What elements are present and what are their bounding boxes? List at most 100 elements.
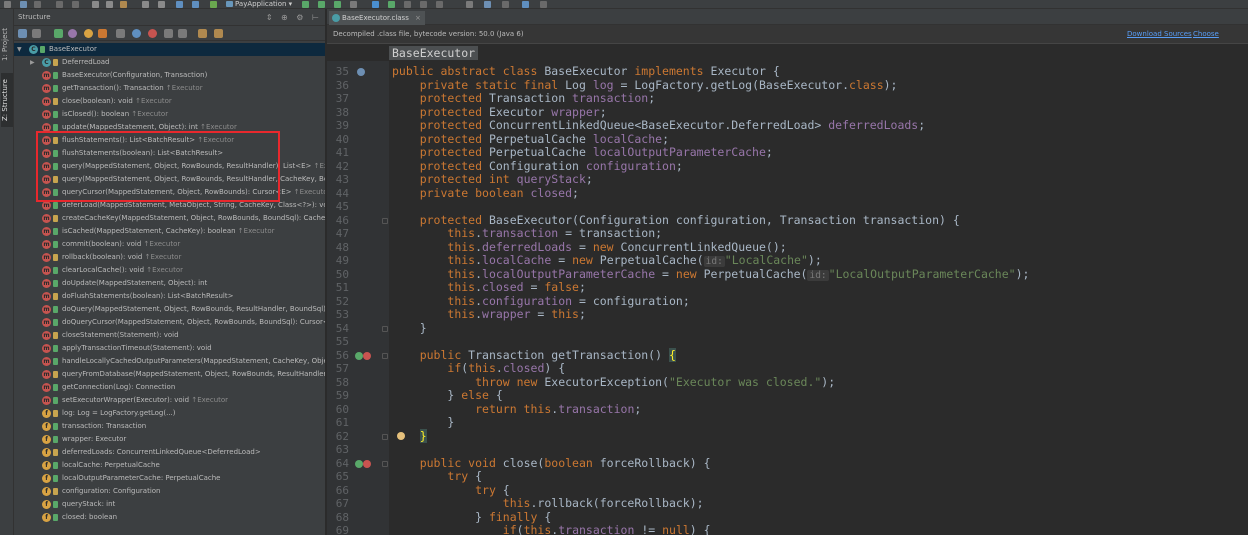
tree-item[interactable]: m close(boolean): void ↑Executor — [14, 95, 325, 108]
fold-toggle-icon[interactable] — [382, 352, 388, 359]
class-breadcrumb[interactable]: BaseExecutor — [389, 46, 479, 60]
tree-item[interactable]: m BaseExecutor(Configuration, Transaction… — [14, 69, 325, 82]
code-line[interactable]: this.configuration = configuration; — [392, 294, 689, 309]
show-anonymous-icon[interactable] — [132, 29, 141, 38]
coverage-icon[interactable] — [334, 1, 341, 8]
find-icon[interactable] — [142, 1, 149, 8]
expand-all-icon[interactable] — [164, 29, 173, 38]
show-non-public-icon[interactable] — [98, 29, 107, 38]
settings-icon[interactable] — [466, 1, 473, 8]
code-line[interactable]: } else { — [392, 388, 502, 403]
code-line[interactable]: try { — [392, 469, 482, 484]
code-line[interactable]: } — [392, 321, 427, 336]
tree-item[interactable]: m doQuery(MappedStatement, Object, RowBou… — [14, 303, 325, 316]
tree-item[interactable]: m createCacheKey(MappedStatement, Object,… — [14, 212, 325, 225]
vcs-compare-icon[interactable] — [404, 1, 411, 8]
collapse-arrow-icon[interactable]: ▶ — [30, 56, 35, 69]
copy-icon[interactable] — [106, 1, 113, 8]
fold-toggle-icon[interactable] — [382, 325, 388, 332]
tree-item[interactable]: f transaction: Transaction — [14, 420, 325, 433]
code-line[interactable]: this.transaction = transaction; — [392, 226, 662, 241]
collapse-all-icon[interactable] — [178, 29, 187, 38]
tree-item[interactable]: m getTransaction(): Transaction ↑Executor — [14, 82, 325, 95]
code-line[interactable]: this.wrapper = this; — [392, 307, 586, 322]
tree-root-baseexecutor[interactable]: ▼ C BaseExecutor — [14, 43, 325, 56]
tree-item[interactable]: f log: Log = LogFactory.getLog(...) — [14, 407, 325, 420]
code-line[interactable]: public abstract class BaseExecutor imple… — [392, 64, 780, 79]
tree-item[interactable]: m commit(boolean): void ↑Executor — [14, 238, 325, 251]
history-icon[interactable] — [420, 1, 427, 8]
build-icon[interactable] — [210, 1, 217, 8]
code-line[interactable]: this.localOutputParameterCache = new Per… — [392, 267, 1029, 282]
panel-options-icons[interactable]: ⇕ ⊕ ⚙ ⊢ — [266, 13, 322, 22]
revert-icon[interactable] — [436, 1, 443, 8]
override-marker-icon[interactable] — [355, 459, 363, 468]
tree-item[interactable]: f localOutputParameterCache: PerpetualCac… — [14, 472, 325, 485]
code-line[interactable]: throw new ExecutorException("Executor wa… — [392, 375, 835, 390]
code-line[interactable]: this.rollback(forceRollback); — [392, 496, 704, 511]
tree-item[interactable]: m closeStatement(Statement): void — [14, 329, 325, 342]
tree-item[interactable]: f configuration: Configuration — [14, 485, 325, 498]
tree-item[interactable]: m doFlushStatements(boolean): List<BatchR… — [14, 290, 325, 303]
code-line[interactable]: protected ConcurrentLinkedQueue<BaseExec… — [392, 118, 925, 133]
replace-icon[interactable] — [158, 1, 165, 8]
tree-item[interactable]: m handleLocallyCachedOutputParameters(Map… — [14, 355, 325, 368]
show-properties-icon[interactable] — [68, 29, 77, 38]
autoscroll-from-source-icon[interactable] — [214, 29, 223, 38]
show-fields-icon[interactable] — [84, 29, 93, 38]
close-tab-icon[interactable]: × — [415, 11, 421, 25]
fold-toggle-icon[interactable] — [382, 460, 388, 467]
code-line[interactable]: private boolean closed; — [392, 186, 579, 201]
group-by-type-icon[interactable] — [54, 29, 63, 38]
code-line[interactable]: protected PerpetualCache localCache; — [392, 132, 669, 147]
paste-icon[interactable] — [120, 1, 127, 8]
help-icon[interactable] — [522, 1, 529, 8]
sort-by-visibility-icon[interactable] — [32, 29, 41, 38]
project-structure-icon[interactable] — [484, 1, 491, 8]
tree-item[interactable]: f queryStack: int — [14, 498, 325, 511]
fold-toggle-icon[interactable] — [382, 217, 388, 224]
tree-item[interactable]: f localCache: PerpetualCache — [14, 459, 325, 472]
debug-icon[interactable] — [318, 1, 325, 8]
code-line[interactable]: protected Configuration configuration; — [392, 159, 683, 174]
save-icon[interactable] — [4, 1, 11, 8]
cut-icon[interactable] — [92, 1, 99, 8]
code-line[interactable]: protected BaseExecutor(Configuration con… — [392, 213, 960, 228]
code-line[interactable]: if(this.transaction != null) { — [392, 523, 711, 535]
code-line[interactable]: try { — [392, 483, 510, 498]
vcs-commit-icon[interactable] — [388, 1, 395, 8]
tree-item[interactable]: f deferredLoads: ConcurrentLinkedQueue<De… — [14, 446, 325, 459]
override-marker-icon[interactable] — [355, 351, 363, 360]
show-lambdas-icon[interactable] — [148, 29, 157, 38]
project-tool-tab[interactable]: 1: Project — [1, 23, 13, 67]
tree-item[interactable]: f wrapper: Executor — [14, 433, 325, 446]
code-line[interactable]: this.localCache = new PerpetualCache(id:… — [392, 253, 822, 268]
code-line[interactable]: public void close(boolean forceRollback)… — [392, 456, 711, 471]
sdk-icon[interactable] — [502, 1, 509, 8]
autoscroll-to-source-icon[interactable] — [198, 29, 207, 38]
refresh-icon[interactable] — [34, 1, 41, 8]
code-line[interactable]: this.deferredLoads = new ConcurrentLinke… — [392, 240, 786, 255]
code-line[interactable]: protected Transaction transaction; — [392, 91, 655, 106]
tree-item[interactable]: m doUpdate(MappedStatement, Object): int — [14, 277, 325, 290]
tree-item[interactable]: m applyTransactionTimeout(Statement): voi… — [14, 342, 325, 355]
show-inherited-icon[interactable] — [116, 29, 125, 38]
code-line[interactable]: if(this.closed) { — [392, 361, 565, 376]
tree-item[interactable]: m rollback(boolean): void ↑Executor — [14, 251, 325, 264]
code-line[interactable]: protected Executor wrapper; — [392, 105, 607, 120]
code-line[interactable]: } finally { — [392, 510, 551, 525]
tree-item[interactable]: f closed: boolean — [14, 511, 325, 524]
tree-item[interactable]: m setExecutorWrapper(Executor): void ↑Exe… — [14, 394, 325, 407]
structure-tool-tab[interactable]: Z: Structure — [1, 73, 13, 127]
forward-icon[interactable] — [72, 1, 79, 8]
back-icon[interactable] — [56, 1, 63, 8]
tree-item[interactable]: m isClosed(): boolean ↑Executor — [14, 108, 325, 121]
code-view[interactable]: public abstract class BaseExecutor imple… — [389, 61, 1248, 535]
tree-item[interactable]: m isCached(MappedStatement, CacheKey): bo… — [14, 225, 325, 238]
override-arrow-icon[interactable] — [363, 351, 371, 360]
code-line[interactable]: public Transaction getTransaction() { — [392, 347, 676, 363]
sort-alphabetically-icon[interactable] — [18, 29, 27, 38]
override-arrow-icon[interactable] — [363, 459, 371, 468]
tree-item[interactable]: ▶ C DeferredLoad — [14, 56, 325, 69]
tree-item[interactable]: m clearLocalCache(): void ↑Executor — [14, 264, 325, 277]
